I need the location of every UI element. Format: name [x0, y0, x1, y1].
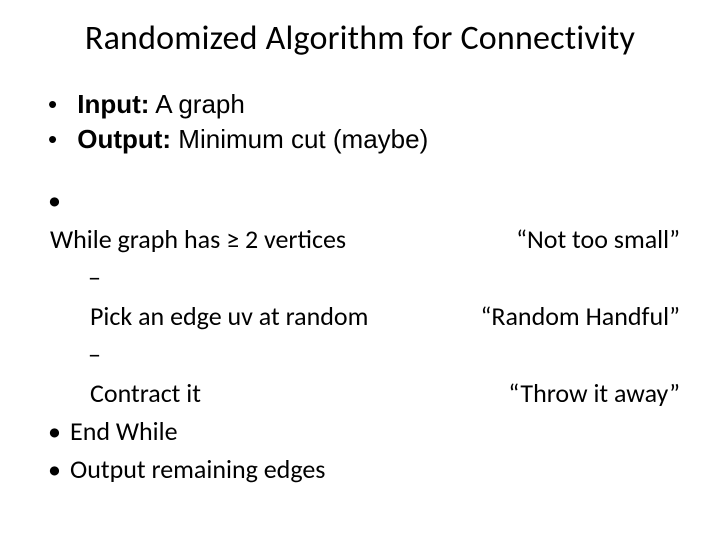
input-value: A graph: [149, 89, 244, 119]
while-text: While graph has ≥ 2 vertices: [50, 220, 346, 258]
pick-text: Pick an edge uv at random: [90, 297, 368, 335]
while-row: While graph has ≥ 2 vertices “Not too sm…: [50, 181, 680, 412]
slide-title: Randomized Algorithm for Connectivity: [40, 18, 680, 59]
output-edges-text: Output remaining edges: [50, 450, 680, 488]
contract-row: Contract it “Throw it away”: [90, 335, 680, 412]
note-not-too-small: “Not too small”: [516, 220, 680, 258]
io-list: Input: A graph Output: Minimum cut (mayb…: [40, 87, 680, 157]
output-line: Output: Minimum cut (maybe): [50, 122, 680, 157]
pick-row: Pick an edge uv at random “Random Handfu…: [90, 258, 680, 335]
sub-list: Pick an edge uv at random “Random Handfu…: [50, 258, 680, 412]
steps-list: While graph has ≥ 2 vertices “Not too sm…: [40, 181, 680, 489]
output-label: Output:: [77, 124, 171, 154]
input-line: Input: A graph: [50, 87, 680, 122]
note-throw-away: “Throw it away”: [508, 374, 680, 412]
contract-text: Contract it: [90, 374, 201, 412]
slide: Randomized Algorithm for Connectivity In…: [0, 0, 720, 540]
end-while-text: End While: [50, 412, 680, 450]
note-random-handful: “Random Handful”: [480, 297, 680, 335]
output-value: Minimum cut (maybe): [171, 124, 428, 154]
input-label: Input:: [77, 89, 149, 119]
